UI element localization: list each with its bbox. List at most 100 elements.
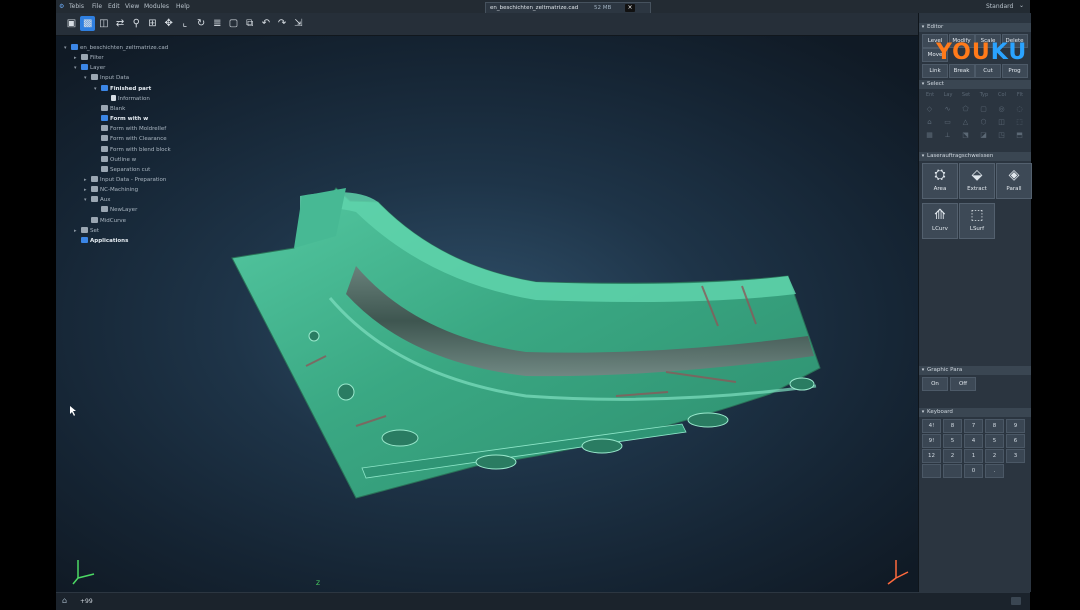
editor-prog-button[interactable]: Prog xyxy=(1001,64,1028,78)
keypad-key[interactable] xyxy=(943,464,962,478)
keypad-key[interactable]: 8 xyxy=(943,419,962,433)
chevron-down-icon[interactable]: ⌄ xyxy=(1019,2,1024,9)
select-tool-icon[interactable]: ⬔ xyxy=(960,131,971,140)
select-filter-col[interactable]: Col xyxy=(994,91,1010,100)
editor-cut-button[interactable]: Cut xyxy=(975,64,1001,78)
home-icon[interactable]: ⌂ xyxy=(62,596,67,605)
keypad-key[interactable]: 0 xyxy=(964,464,983,478)
panel-header-graphic[interactable]: ▾ Graphic Para xyxy=(919,366,1031,375)
menu-file[interactable]: File xyxy=(92,3,102,10)
move-icon[interactable]: ✥ xyxy=(161,16,176,31)
laser-parall-button[interactable]: ◈ Parall xyxy=(996,163,1032,199)
tree-item[interactable]: ▾ Input Data xyxy=(84,74,129,83)
list-icon[interactable]: ≣ xyxy=(210,16,225,31)
keypad-key[interactable]: 4 xyxy=(964,434,983,448)
tree-expander-icon[interactable]: ▸ xyxy=(84,186,91,195)
chevron-down-icon[interactable]: ▾ xyxy=(919,408,927,417)
select-filter-flt[interactable]: Flt xyxy=(1012,91,1028,100)
panel-header-laser[interactable]: ▾ Laserauftragschweissen xyxy=(919,152,1031,161)
keypad-key[interactable] xyxy=(922,464,941,478)
tree-expander-icon[interactable]: ▸ xyxy=(74,54,81,63)
laser-area-button[interactable]: ⛭ Area xyxy=(922,163,958,199)
chevron-down-icon[interactable]: ▾ xyxy=(919,80,927,89)
cube-icon[interactable]: ◫ xyxy=(96,16,111,31)
tree-icon[interactable]: ▣ xyxy=(64,16,79,31)
tree-item[interactable]: ▸ NC-Machining xyxy=(84,186,138,195)
tree-item[interactable]: Form with Clearance xyxy=(94,135,167,144)
menu-help[interactable]: Help xyxy=(176,3,190,10)
select-tool-icon[interactable]: ▭ xyxy=(942,118,953,127)
tree-item[interactable]: ▾ en_beschichten_zeltmatrize.cad xyxy=(64,44,168,53)
panel-header-keyboard[interactable]: ▾ Keyboard xyxy=(919,408,1031,417)
select-tool-icon[interactable]: ◌ xyxy=(1014,105,1025,114)
3d-viewport[interactable]: Z xyxy=(56,36,918,592)
tree-expander-icon[interactable]: ▸ xyxy=(84,176,91,185)
keypad-key[interactable]: . xyxy=(985,464,1004,478)
laser-lcurv-button[interactable]: ⟰ LCurv xyxy=(922,203,958,239)
menu-view[interactable]: View xyxy=(125,3,139,10)
menu-modules[interactable]: Modules xyxy=(144,3,169,10)
tree-item[interactable]: ▾ Finished part xyxy=(94,84,151,94)
frame-icon[interactable]: ▢ xyxy=(226,16,241,31)
keypad-key[interactable]: 9 xyxy=(1006,419,1025,433)
select-tool-icon[interactable]: ▦ xyxy=(924,131,935,140)
tree-item[interactable]: MidCurve xyxy=(84,216,126,226)
cad-model-canvas[interactable] xyxy=(56,36,918,592)
select-tool-icon[interactable]: ◫ xyxy=(996,118,1007,127)
select-tool-icon[interactable]: ◳ xyxy=(996,131,1007,140)
select-filter-lay[interactable]: Lay xyxy=(940,91,956,100)
select-tool-icon[interactable]: ⌂ xyxy=(924,118,935,127)
tree-expander-icon[interactable]: ▾ xyxy=(64,44,71,53)
keypad-key[interactable]: 12 xyxy=(922,449,941,463)
keypad-key[interactable]: 7 xyxy=(964,419,983,433)
tab-close-icon[interactable]: × xyxy=(625,4,635,12)
editor-break-button[interactable]: Break xyxy=(948,64,975,78)
tree-item[interactable]: Form with w xyxy=(94,115,148,124)
select-tool-icon[interactable]: ◪ xyxy=(978,131,989,140)
menu-tebis[interactable]: Tebis xyxy=(69,3,84,10)
undo-icon[interactable]: ↶ xyxy=(258,16,273,31)
tree-expander-icon[interactable]: ▾ xyxy=(74,64,81,73)
editor-link-button[interactable]: Link xyxy=(922,64,948,78)
graphic-off-button[interactable]: Off xyxy=(950,377,976,391)
keypad-key[interactable]: 9! xyxy=(922,434,941,448)
select-tool-icon[interactable]: ⬒ xyxy=(1014,131,1025,140)
status-settings-icon[interactable] xyxy=(1011,597,1021,605)
select-tool-icon[interactable]: ⬠ xyxy=(960,105,971,114)
tree-item[interactable]: Information xyxy=(104,94,150,104)
tree-item[interactable]: ▸ Filter xyxy=(74,54,104,63)
select-tool-icon[interactable]: ∿ xyxy=(942,105,953,114)
keypad-key[interactable]: 5 xyxy=(943,434,962,448)
graphic-on-button[interactable]: On xyxy=(922,377,948,391)
tree-item[interactable]: ▾ Layer xyxy=(74,64,105,73)
select-tool-icon[interactable]: ◇ xyxy=(924,105,935,114)
axis-icon[interactable]: ⌞ xyxy=(177,16,192,31)
keypad-key[interactable]: 3 xyxy=(1006,449,1025,463)
workspace-selector[interactable]: Standard xyxy=(986,3,1013,10)
part-icon[interactable]: ▩ xyxy=(80,16,96,31)
laser-lsurf-button[interactable]: ⬚ LSurf xyxy=(959,203,995,239)
search-icon[interactable]: ⚲ xyxy=(129,16,144,31)
tree-expander-icon[interactable]: ▾ xyxy=(84,74,91,83)
tree-expander-icon[interactable]: ▾ xyxy=(94,85,101,94)
tree-item[interactable]: ▾ Aux xyxy=(84,196,111,205)
keypad-key[interactable]: 2 xyxy=(943,449,962,463)
chevron-down-icon[interactable]: ▾ xyxy=(919,366,927,375)
menu-edit[interactable]: Edit xyxy=(108,3,120,10)
keypad-key[interactable]: 5 xyxy=(985,434,1004,448)
keypad-key[interactable]: 2 xyxy=(985,449,1004,463)
laser-extract-button[interactable]: ⬙ Extract xyxy=(959,163,995,199)
select-tool-icon[interactable]: ⟂ xyxy=(942,131,953,140)
chevron-down-icon[interactable]: ▾ xyxy=(919,152,927,161)
select-tool-icon[interactable]: ▢ xyxy=(978,105,989,114)
panel-header-editor[interactable]: ▾ Editor xyxy=(919,23,1031,32)
tree-item[interactable]: Outline w xyxy=(94,155,136,165)
tree-item[interactable]: Separation cut xyxy=(94,165,150,175)
rotate-icon[interactable]: ↻ xyxy=(194,16,209,31)
pointer-icon[interactable]: ⇲ xyxy=(291,16,306,31)
tree-item[interactable]: ▸ Set xyxy=(74,226,99,236)
chevron-down-icon[interactable]: ▾ xyxy=(919,23,927,32)
redo-icon[interactable]: ↷ xyxy=(275,16,290,31)
keypad-key[interactable]: 8 xyxy=(985,419,1004,433)
tree-expander-icon[interactable]: ▾ xyxy=(84,196,91,205)
